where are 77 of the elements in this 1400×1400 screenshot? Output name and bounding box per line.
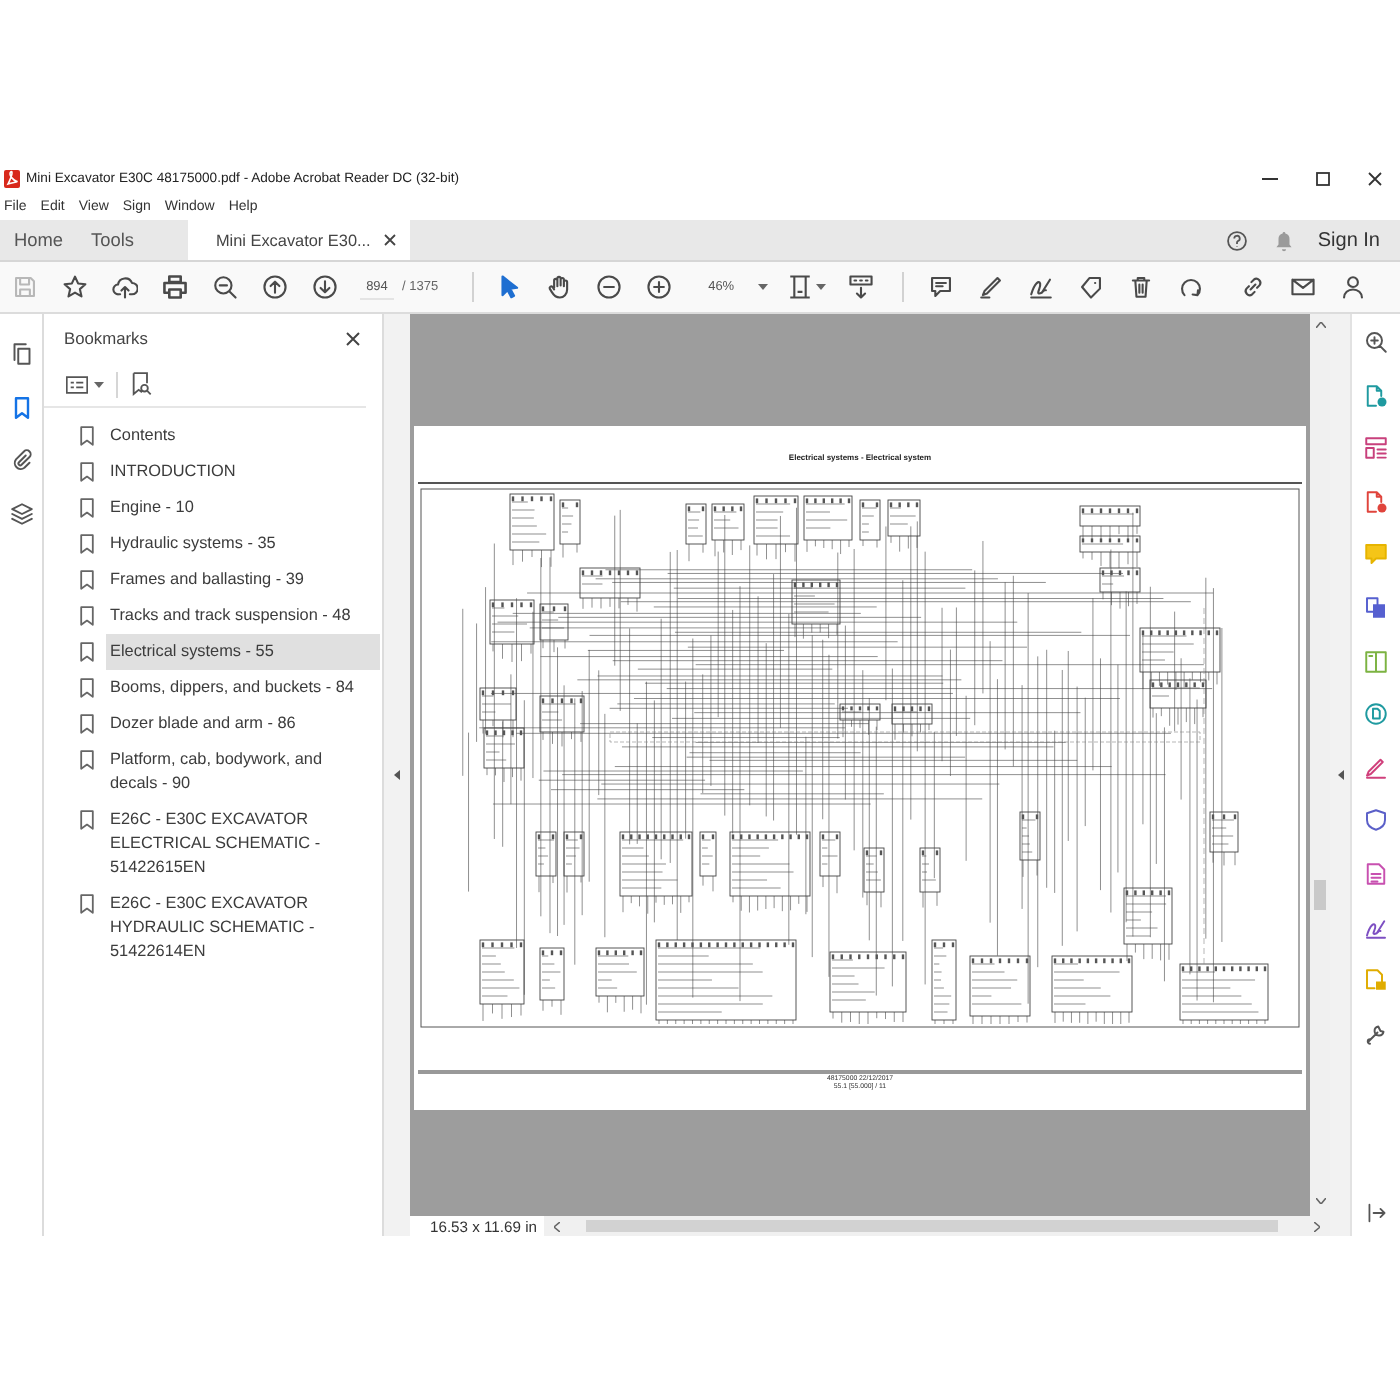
rotate-icon[interactable]	[1178, 274, 1205, 300]
wrench-icon[interactable]	[1364, 1021, 1388, 1046]
sign-in-button[interactable]: Sign In	[1317, 229, 1380, 251]
maximize-icon[interactable]	[1315, 171, 1329, 185]
bookmark-item[interactable]: Hydraulic systems - 35	[106, 526, 380, 562]
document-circle-icon[interactable]	[1364, 383, 1388, 408]
fit-page-icon[interactable]	[787, 274, 812, 300]
scrollbar-thumb[interactable]	[586, 1220, 1278, 1232]
document-circle-icon[interactable]	[1364, 489, 1388, 514]
bookmark-item[interactable]: Engine - 10	[106, 490, 380, 526]
close-icon[interactable]	[1367, 171, 1381, 185]
zoom-in-icon[interactable]	[646, 274, 673, 300]
tab[interactable]: Home	[0, 220, 78, 260]
bookmark-icon	[80, 810, 94, 830]
scroll-down-icon[interactable]	[1315, 1198, 1325, 1204]
tab[interactable]: Tools	[77, 220, 148, 260]
caret-icon	[758, 284, 769, 290]
bookmark-item[interactable]: Tracks and track suspension - 48	[106, 598, 380, 634]
panel-title: Bookmarks	[64, 328, 148, 348]
link-icon[interactable]	[1240, 274, 1267, 300]
shield-icon[interactable]	[1364, 808, 1388, 833]
scroll-up-icon[interactable]	[1315, 322, 1325, 328]
bookmark-icon[interactable]	[9, 395, 33, 419]
bookmark-item[interactable]: INTRODUCTION	[106, 454, 380, 490]
zoom-out-icon[interactable]	[596, 274, 623, 300]
help-icon[interactable]	[1225, 229, 1248, 251]
bookmark-item[interactable]: E26C - E30C EXCAVATOR HYDRAULIC SCHEMATIC - 51422614EN	[106, 886, 380, 970]
signature-pen-icon[interactable]	[1364, 915, 1388, 940]
user-icon[interactable]	[1340, 274, 1367, 300]
mail-icon[interactable]	[1290, 274, 1317, 300]
list-options-icon[interactable]	[66, 375, 88, 393]
bookmark-add-icon[interactable]	[132, 372, 152, 396]
pages-icon[interactable]	[9, 342, 33, 366]
caret-icon	[94, 381, 104, 387]
tab[interactable]: Mini Excavator E30...	[187, 220, 411, 260]
expand-panel-icon[interactable]	[1365, 1202, 1387, 1224]
collapse-arrow-icon[interactable]	[394, 770, 400, 780]
bookmark-item[interactable]: Dozer blade and arm - 86	[106, 706, 380, 742]
cursor-icon[interactable]	[496, 274, 523, 300]
bookmark-item[interactable]: Electrical systems - 55	[106, 634, 380, 670]
document-icon[interactable]	[1364, 861, 1388, 886]
layout-icon[interactable]	[1364, 436, 1388, 461]
cloud-upload-icon[interactable]	[112, 274, 138, 300]
scroll-right-icon[interactable]	[1314, 1221, 1320, 1231]
bookmark-item[interactable]: Contents	[106, 418, 380, 454]
pen-icon[interactable]	[1364, 755, 1388, 780]
tag-icon[interactable]	[1078, 274, 1105, 300]
app-logo-icon	[4, 169, 20, 187]
minimize-icon[interactable]	[1262, 177, 1278, 179]
collapse-arrow-icon[interactable]	[1337, 770, 1343, 780]
close-icon[interactable]	[384, 234, 397, 246]
trash-icon[interactable]	[1128, 274, 1155, 300]
stacked-documents-icon[interactable]	[1364, 595, 1388, 620]
horizontal-scrollbar[interactable]	[544, 1216, 1330, 1236]
signature-icon[interactable]	[1028, 274, 1055, 300]
bookmark-item[interactable]: Frames and ballasting - 39	[106, 562, 380, 598]
hand-icon[interactable]	[546, 274, 573, 300]
scroll-down-icon[interactable]	[848, 274, 875, 300]
bookmark-icon	[80, 894, 94, 914]
magnifier-icon[interactable]	[1364, 330, 1388, 354]
layers-icon[interactable]	[9, 501, 33, 525]
star-icon[interactable]	[62, 274, 88, 300]
caret-icon	[815, 284, 826, 290]
bookmark-item[interactable]: Booms, dippers, and buckets - 84	[106, 670, 380, 706]
up-arrow-icon[interactable]	[262, 274, 288, 300]
scroll-left-icon[interactable]	[554, 1221, 560, 1231]
bookmark-item[interactable]: E26C - E30C EXCAVATOR ELECTRICAL SCHEMATIC - 51422615EN	[106, 802, 380, 886]
document-badge-icon[interactable]	[1364, 702, 1388, 727]
bookmark-item[interactable]: Platform, cab, bodywork, and decals - 90	[106, 742, 380, 802]
pen-icon[interactable]	[978, 274, 1005, 300]
scrollbar-thumb[interactable]	[1314, 880, 1326, 910]
magnifier-icon[interactable]	[212, 274, 238, 300]
close-icon[interactable]	[346, 331, 360, 345]
down-arrow-icon[interactable]	[312, 274, 338, 300]
printer-icon[interactable]	[162, 274, 188, 300]
paperclip-icon[interactable]	[9, 448, 33, 472]
comment-icon[interactable]	[928, 274, 955, 300]
